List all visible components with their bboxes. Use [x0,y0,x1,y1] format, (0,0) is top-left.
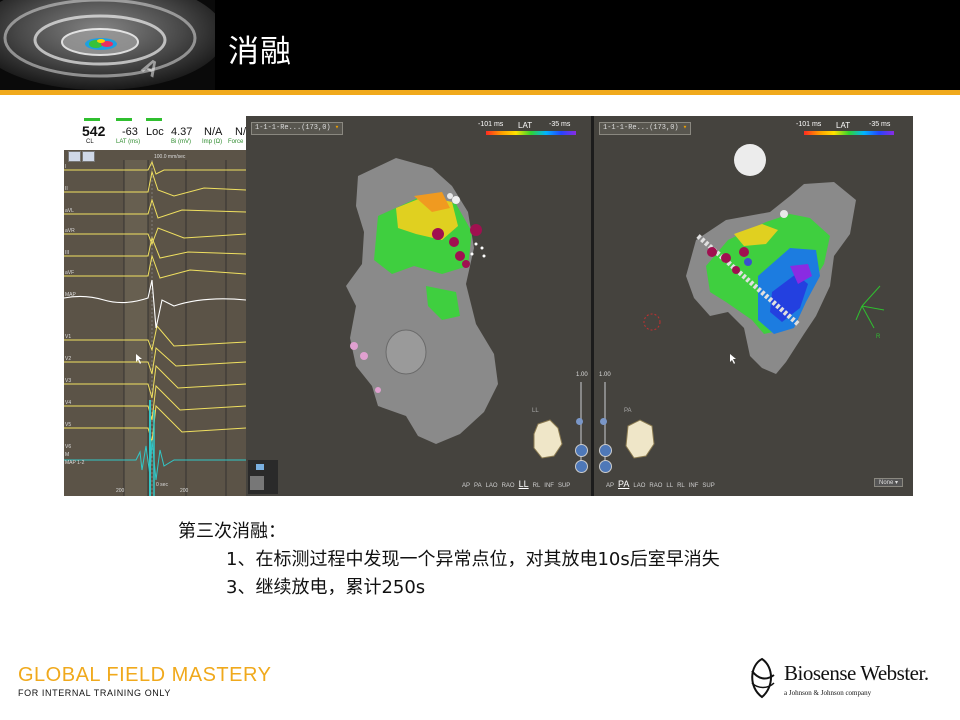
bi-value: 4.37 [171,126,193,138]
force-value: N/ [235,126,246,138]
annotation-heading: 第三次消融： [178,521,286,542]
cl-value: 542 [82,123,106,139]
view-btn: LAO [633,483,646,489]
biosense-webster-logo: Biosense Webster. a Johnson & Johnson co… [744,655,944,705]
zoom-slider-handle[interactable] [576,418,583,425]
lat-indicator [116,118,132,121]
mini-toolbar[interactable] [248,460,278,494]
lead-label: V6 [65,444,71,450]
rotate-icon[interactable] [599,444,612,457]
bi-indicator [146,118,162,121]
annotation-text: 第三次消融： 1、在标测过程中发现一个异常点位，对其放电10s后室早消失 3、继… [178,518,720,602]
reset-view-icon[interactable] [599,460,612,473]
lead-label: M [65,452,69,458]
zoom-slider-handle[interactable] [600,418,607,425]
lead-label: I [65,164,66,170]
lat-map-ll-view[interactable]: 1-1-1-Re...(173,0) ▾ -101 ms LAT -35 ms … [246,116,591,496]
cl-indicator [84,118,100,121]
lead-label: II [65,186,68,192]
lead-label: V4 [65,400,71,406]
lead-label: aVF [65,270,74,276]
header-stripe [0,90,960,95]
view-btn: INF [688,483,699,489]
view-buttons-right[interactable]: AP PA LAO RAO LL RL INF SUP [606,479,719,489]
time-label: 0 sec [156,482,168,488]
view-btn: RL [532,483,541,489]
footer-brand: GLOBAL FIELD MASTERY [18,664,272,686]
slide-title: 消融 [228,34,292,70]
lead-label: V5 [65,422,71,428]
orientation-label-left: LL [532,408,539,414]
view-btn: LAO [485,483,498,489]
force-label: Force [228,139,244,145]
bw-logo-icon [751,657,775,699]
imp-label: Imp (Ω) [202,139,223,145]
layers-icon[interactable] [256,464,264,470]
view-btn: RAO [649,483,663,489]
company-name: Biosense Webster. [784,661,929,685]
footer-subtext: FOR INTERNAL TRAINING ONLY [18,688,171,698]
view-btn: AP [606,483,615,489]
annotation-item-1: 1、在标测过程中发现一个异常点位，对其放电10s后室早消失 [226,549,720,570]
view-btn: SUP [557,483,571,489]
zoom-value-left: 1.00 [576,372,588,378]
preview-thumbnail[interactable] [250,476,264,490]
lead-label: MAP [65,292,77,298]
filter-dropdown[interactable]: None ▾ [874,478,904,487]
view-btn: PA [474,483,482,489]
carto-screenshot: 542 CL -63 LAT (ms) Loc 4.37 Bi (mV) N/A… [64,116,913,496]
view-btn: SUP [702,483,715,489]
view-btn: RAO [501,483,515,489]
lead-label: aVL [65,208,74,214]
orientation-label-right: PA [624,408,632,414]
egm-traces: I II aVL aVR III aVF MAP V1 V2 V3 V4 V5 … [64,160,246,496]
mouse-cursor-icon [730,354,736,364]
egm-values-bar: 542 CL -63 LAT (ms) Loc 4.37 Bi (mV) N/A… [64,116,246,150]
annotation-item-2: 3、继续放电，累计250s [226,577,426,598]
zoom-value-right: 1.00 [599,372,611,378]
lat-map-pa-view[interactable]: 1-1-1-Re...(173,0) ▾ -101 ms LAT -35 ms [594,116,913,496]
view-btn: INF [544,483,554,489]
lead-label: aVR [65,228,75,234]
imp-value: N/A [204,126,223,138]
slide-header: A 消融 [0,0,960,90]
time-label: 200 [180,488,189,494]
loc-value: Loc [146,126,164,138]
view-buttons-left[interactable]: AP PA LAO RAO LL RL INF SUP [462,479,574,489]
reset-view-icon[interactable] [575,460,588,473]
lead-label: V2 [65,356,71,362]
view-btn: RL [677,483,685,489]
view-btn: AP [462,483,471,489]
view-btn: LL [666,483,674,489]
rotate-icon[interactable] [575,444,588,457]
water-drop-logo: A [0,0,215,90]
heart-orientation-icon [625,419,655,459]
view-btn-active: LL [518,479,529,489]
time-label: 200 [116,488,125,494]
lat-label: LAT (ms) [116,139,141,145]
lat-value: -63 [122,126,138,138]
lead-label: III [65,250,69,256]
company-tagline: a Johnson & Johnson company [784,689,872,697]
axis-label: R [876,334,881,340]
bi-label: Bi (mV) [171,139,191,145]
heart-orientation-icon [533,419,563,459]
egm-panel: 542 CL -63 LAT (ms) Loc 4.37 Bi (mV) N/A… [64,116,246,496]
cl-label: CL [86,139,94,145]
lead-label: V1 [65,334,71,340]
lead-label: V3 [65,378,71,384]
view-btn-active: PA [618,479,630,489]
lead-label: MAP 1-2 [65,460,85,466]
